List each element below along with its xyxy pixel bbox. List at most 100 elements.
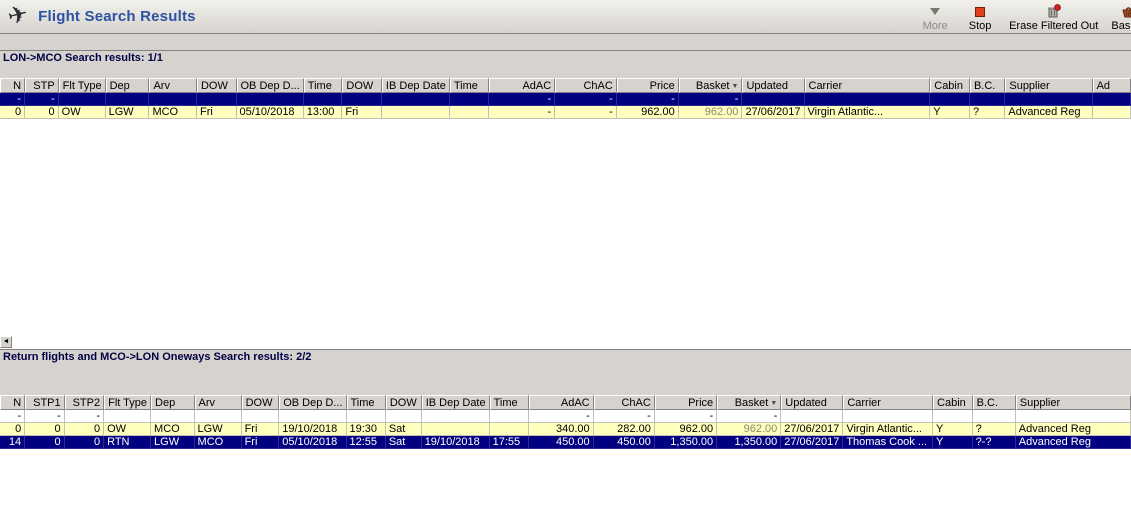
column-header-ob-dep-d[interactable]: OB Dep D... xyxy=(236,78,304,93)
column-header-ib-dep-date[interactable]: IB Dep Date xyxy=(381,78,450,93)
cell-basket: 962.00 xyxy=(678,106,743,119)
column-header-cabin[interactable]: Cabin xyxy=(933,395,973,410)
column-header-b-c[interactable]: B.C. xyxy=(972,395,1016,410)
cell-adac: - xyxy=(489,93,556,106)
stop-button-label: Stop xyxy=(968,20,992,32)
cell-price: 962.00 xyxy=(616,106,679,119)
cell-adac: - xyxy=(489,106,556,119)
column-header-n[interactable]: N xyxy=(0,395,26,410)
column-header-updated[interactable]: Updated xyxy=(742,78,805,93)
column-header-dow[interactable]: DOW xyxy=(241,395,280,410)
erase-filtered-out-button[interactable]: Erase Filtered Out xyxy=(1009,4,1098,32)
outbound-horizontal-scrollbar[interactable]: ◄ xyxy=(0,336,1131,349)
column-header-carrier[interactable]: Carrier xyxy=(804,78,931,93)
column-header-updated[interactable]: Updated xyxy=(781,395,844,410)
cell-supplier: Advanced Reg xyxy=(1005,106,1093,119)
selected-row[interactable]: ------ xyxy=(0,93,1131,106)
cell-arv xyxy=(149,93,197,106)
return-results-table: N STP1 STP2 Flt Type Dep Arv DOW OB Dep D... Tim… xyxy=(0,395,1131,449)
cell-arv: MCO xyxy=(194,436,242,449)
column-header-dep[interactable]: Dep xyxy=(151,395,195,410)
result-row[interactable]: 0 0 0 OW MCO LGW Fri 19/10/2018 19:30 Sat 340.00 28… xyxy=(0,423,1131,436)
cell-dow xyxy=(342,93,382,106)
column-header-carrier[interactable]: Carrier xyxy=(843,395,934,410)
column-header-arv[interactable]: Arv xyxy=(194,395,242,410)
cell-basket: - xyxy=(717,410,782,423)
spacer xyxy=(0,66,1131,78)
cell-cabin: Y xyxy=(933,423,973,436)
return-section-title: Return flights and MCO->LON Oneways Sear… xyxy=(0,349,1131,365)
column-header-dow[interactable]: DOW xyxy=(196,78,237,93)
cell-dow: Sat xyxy=(385,423,422,436)
cell-basket: 1,350.00 xyxy=(717,436,782,449)
cell-b-c: ? xyxy=(969,106,1006,119)
cell-updated: 27/06/2017 xyxy=(742,106,805,119)
column-header-basket[interactable]: Basket ▼ xyxy=(717,395,782,410)
summary-row[interactable]: ------- xyxy=(0,410,1131,423)
column-header-dow[interactable]: DOW xyxy=(385,395,422,410)
more-button[interactable]: More xyxy=(919,4,951,32)
column-header-ob-dep-d[interactable]: OB Dep D... xyxy=(279,395,347,410)
column-header-price[interactable]: Price xyxy=(616,78,679,93)
column-header-chac[interactable]: ChAC xyxy=(593,395,655,410)
cell-flt-type xyxy=(58,93,106,106)
cell-ob-dep-d xyxy=(279,410,347,423)
cell-dep xyxy=(151,410,195,423)
sort-desc-icon: ▼ xyxy=(731,82,739,90)
column-header-supplier[interactable]: Supplier xyxy=(1005,78,1093,93)
column-header-n[interactable]: N xyxy=(0,78,26,93)
cell-cabin xyxy=(933,410,973,423)
cell-time xyxy=(346,410,386,423)
cell-chac: - xyxy=(593,410,655,423)
outbound-results-table: N STP Flt Type Dep Arv DOW OB Dep D... Time DOW I… xyxy=(0,78,1131,119)
result-row[interactable]: 0 0 OW LGW MCO Fri 05/10/2018 13:00 Fri - -962.00 9… xyxy=(0,106,1131,119)
column-header-time[interactable]: Time xyxy=(303,78,343,93)
cell-dow: Fri xyxy=(196,106,237,119)
cell-dep: LGW xyxy=(105,106,150,119)
cell-price: - xyxy=(616,93,679,106)
column-header-flt-type[interactable]: Flt Type xyxy=(104,395,152,410)
column-header-adac[interactable]: AdAC xyxy=(489,78,556,93)
column-header-time[interactable]: Time xyxy=(489,395,529,410)
hscroll-left-button[interactable]: ◄ xyxy=(0,336,12,348)
column-header-price[interactable]: Price xyxy=(654,395,718,410)
cell-carrier: Thomas Cook ... xyxy=(843,436,934,449)
cell-carrier: Virgin Atlantic... xyxy=(843,423,934,436)
selected-row[interactable]: 14 0 0 RTN LGW MCO Fri 05/10/2018 12:55 Sat 19/10/… xyxy=(0,436,1131,449)
column-header-time[interactable]: Time xyxy=(346,395,386,410)
cell-dow: Fri xyxy=(241,436,280,449)
cell-stp: - xyxy=(25,93,59,106)
stop-icon xyxy=(975,4,986,19)
more-button-label: More xyxy=(922,20,948,32)
cell-ob-dep-d: 05/10/2018 xyxy=(279,436,347,449)
cell-time xyxy=(489,410,529,423)
column-header-dep[interactable]: Dep xyxy=(105,78,150,93)
column-header-row: N STP Flt Type Dep Arv DOW OB Dep D... Time DOW I… xyxy=(0,78,1131,93)
column-header-stp2[interactable]: STP2 xyxy=(64,395,105,410)
column-header-supplier[interactable]: Supplier xyxy=(1015,395,1131,410)
cell-ad xyxy=(1092,106,1131,119)
column-header-stp[interactable]: STP xyxy=(25,78,59,93)
spacer xyxy=(0,365,1131,395)
cell-b-c xyxy=(972,410,1016,423)
column-header-adac[interactable]: AdAC xyxy=(528,395,594,410)
basket-button-label: Basket xyxy=(1111,20,1131,32)
basket-button[interactable]: Basket xyxy=(1111,4,1131,32)
column-header-dow[interactable]: DOW xyxy=(342,78,382,93)
cell-flt-type: OW xyxy=(104,423,152,436)
column-header-ad[interactable]: Ad xyxy=(1092,78,1131,93)
basket-icon xyxy=(1120,4,1131,19)
column-header-chac[interactable]: ChAC xyxy=(555,78,617,93)
cell-stp2: 0 xyxy=(64,436,105,449)
column-header-arv[interactable]: Arv xyxy=(149,78,197,93)
column-header-basket[interactable]: Basket ▼ xyxy=(678,78,743,93)
column-header-b-c[interactable]: B.C. xyxy=(969,78,1006,93)
column-header-flt-type[interactable]: Flt Type xyxy=(58,78,106,93)
column-header-ib-dep-date[interactable]: IB Dep Date xyxy=(421,395,490,410)
column-header-stp1[interactable]: STP1 xyxy=(25,395,65,410)
column-header-time[interactable]: Time xyxy=(449,78,490,93)
column-header-cabin[interactable]: Cabin xyxy=(930,78,970,93)
cell-updated xyxy=(742,93,805,106)
cell-n: 14 xyxy=(0,436,26,449)
stop-button[interactable]: Stop xyxy=(964,4,996,32)
